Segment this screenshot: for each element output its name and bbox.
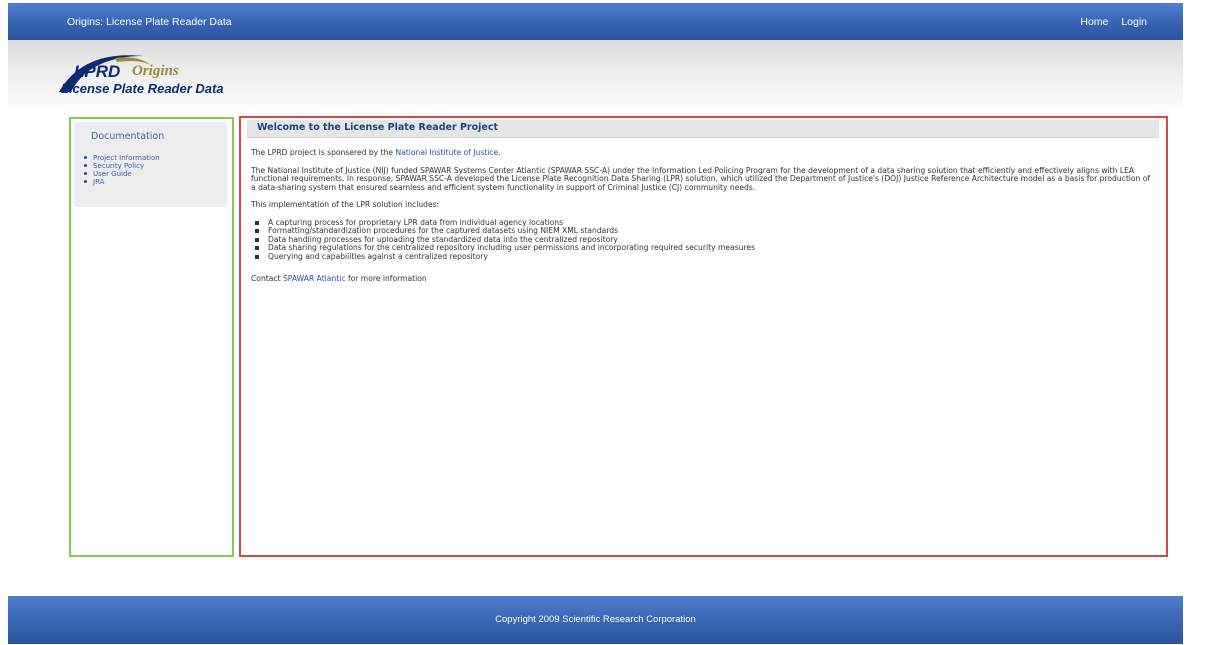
login-link[interactable]: Login xyxy=(1121,16,1147,28)
sidebar-item-label: JRA xyxy=(93,178,105,186)
logo-subtitle: License Plate Reader Data xyxy=(61,81,224,96)
sidebar-item-jra[interactable]: JRA xyxy=(82,178,160,186)
contact-prefix: Contact xyxy=(251,274,283,283)
main-title-bar: Welcome to the License Plate Reader Proj… xyxy=(247,120,1159,138)
home-link[interactable]: Home xyxy=(1080,16,1108,28)
square-bullet-icon xyxy=(255,254,259,259)
bullet-icon xyxy=(84,164,87,167)
national-institute-of-justice-link[interactable]: National Institute of Justice. xyxy=(395,148,500,157)
square-bullet-icon xyxy=(255,220,259,225)
square-bullet-icon xyxy=(255,246,259,250)
intro-paragraph: The LPRD project is sponsered by the Nat… xyxy=(251,148,1151,158)
description-paragraph: The National Institute of Justice (NIJ) … xyxy=(251,165,1151,192)
contact-paragraph: Contact SPAWAR Atlantic for more informa… xyxy=(251,274,1151,284)
includes-intro: This implementation of the LPR solution … xyxy=(251,200,440,209)
contact-suffix: for more information xyxy=(345,274,427,283)
sidebar-item-label: Project Information xyxy=(93,154,160,162)
logo-origins-text: Origins xyxy=(132,63,179,79)
copyright-text: Copyright 2009 Scientific Research Corpo… xyxy=(495,614,696,625)
top-nav-links: Home Login xyxy=(1070,16,1147,28)
page-title: Welcome to the License Plate Reader Proj… xyxy=(257,122,499,133)
square-bullet-icon xyxy=(255,229,259,233)
documentation-heading: Documentation xyxy=(91,131,165,142)
lprd-logo: LPRD Origins License Plate Reader Data xyxy=(57,48,277,106)
documentation-panel: Documentation Project Information Securi… xyxy=(74,122,227,207)
sidebar-item-security-policy[interactable]: Security Policy xyxy=(82,162,160,170)
spawar-atlantic-link[interactable]: SPAWAR Atlantic xyxy=(283,274,346,283)
main-content: Welcome to the License Plate Reader Proj… xyxy=(239,116,1168,557)
sidebar-item-label: Security Policy xyxy=(93,162,145,170)
documentation-list: Project Information Security Policy User… xyxy=(82,154,160,186)
main-body: The LPRD project is sponsered by the Nat… xyxy=(251,148,1151,293)
sidebar-item-user-guide[interactable]: User Guide xyxy=(82,170,160,178)
top-nav-bar: Origins: License Plate Reader Data Home … xyxy=(8,3,1183,40)
sidebar-item-project-information[interactable]: Project Information xyxy=(82,154,160,162)
intro-text: The LPRD project is sponsered by the xyxy=(251,148,396,157)
site-title: Origins: License Plate Reader Data xyxy=(67,16,232,28)
bullet-icon xyxy=(84,172,87,175)
logo-lprd-text: LPRD xyxy=(74,62,121,81)
list-item-text: Querying and capabilities against a cent… xyxy=(268,251,488,261)
footer: Copyright 2009 Scientific Research Corpo… xyxy=(8,596,1183,644)
sidebar: Documentation Project Information Securi… xyxy=(69,117,234,557)
sidebar-item-label: User Guide xyxy=(93,170,132,178)
features-list: A capturing process for proprietary LPR … xyxy=(251,218,1151,262)
list-item: Querying and capabilities against a cent… xyxy=(251,251,1151,262)
square-bullet-icon xyxy=(255,237,259,242)
bullet-icon xyxy=(84,156,87,159)
bullet-icon xyxy=(84,180,87,183)
